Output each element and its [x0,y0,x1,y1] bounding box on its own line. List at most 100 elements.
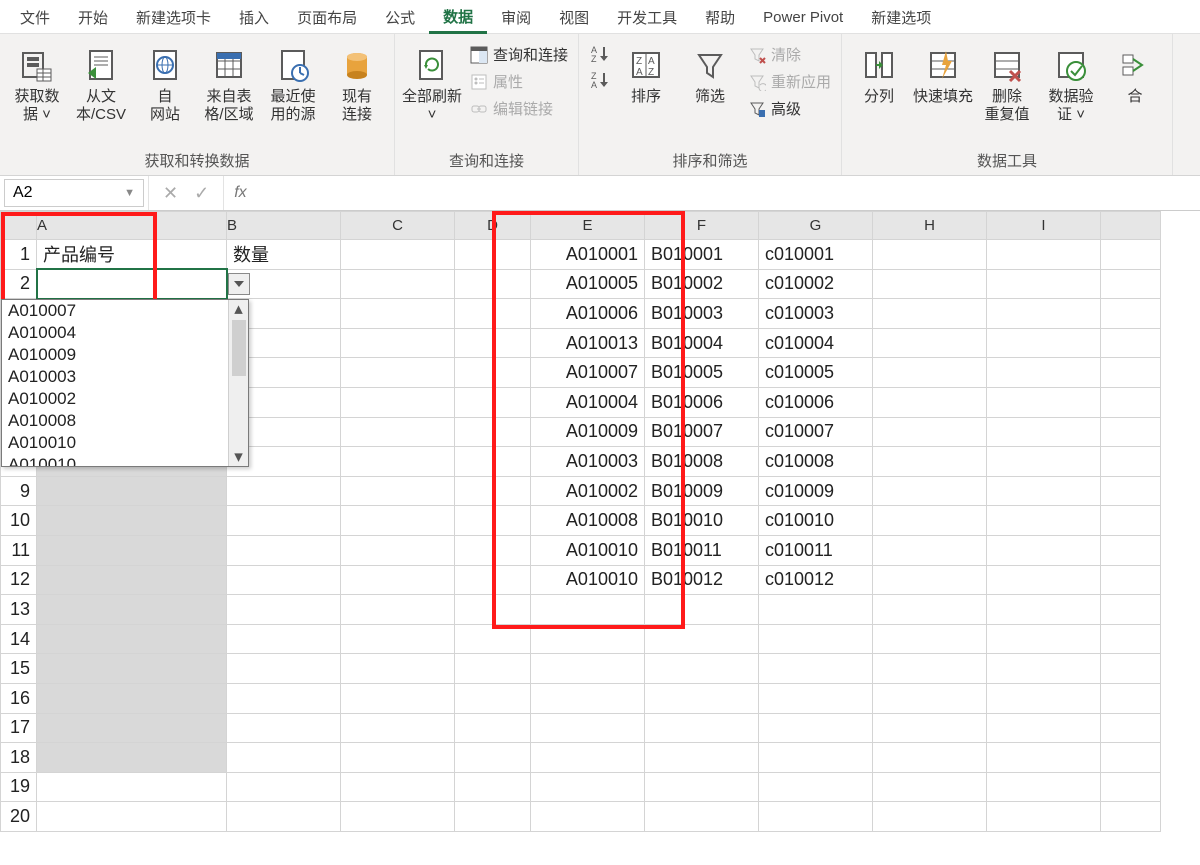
cell-D3[interactable] [455,299,531,329]
cell-I7[interactable] [987,417,1101,447]
cell-C6[interactable] [341,387,455,417]
tab-公式[interactable]: 公式 [371,1,429,32]
cell-H12[interactable] [873,565,987,595]
cell-X2[interactable] [1101,269,1161,299]
cell-D18[interactable] [455,743,531,773]
cell-E5[interactable]: A010007 [531,358,645,388]
col-header-D[interactable]: D [455,212,531,240]
scroll-thumb[interactable] [232,320,246,376]
cell-A19[interactable] [37,772,227,802]
col-header-G[interactable]: G [759,212,873,240]
cell-X4[interactable] [1101,328,1161,358]
cell-A16[interactable] [37,683,227,713]
cell-X18[interactable] [1101,743,1161,773]
worksheet-grid[interactable]: ABCDEFGHI1产品编号数量A010001B010001c0100012A0… [0,211,1200,832]
cell-H13[interactable] [873,595,987,625]
dropdown-item[interactable]: A010010 [2,432,228,454]
cell-C12[interactable] [341,565,455,595]
cell-H15[interactable] [873,654,987,684]
cell-H2[interactable] [873,269,987,299]
cell-F16[interactable] [645,683,759,713]
cell-E19[interactable] [531,772,645,802]
sort-button[interactable]: ZAAZ排序 [615,38,677,106]
cell-X10[interactable] [1101,506,1161,536]
row-header-12[interactable]: 12 [1,565,37,595]
cell-C9[interactable] [341,476,455,506]
dropdown-item[interactable]: A010008 [2,410,228,432]
cell-H19[interactable] [873,772,987,802]
cell-I17[interactable] [987,713,1101,743]
cell-B10[interactable] [227,506,341,536]
row-header-14[interactable]: 14 [1,624,37,654]
cell-E7[interactable]: A010009 [531,417,645,447]
cell-C18[interactable] [341,743,455,773]
tab-页面布局[interactable]: 页面布局 [283,1,371,32]
cell-I1[interactable] [987,240,1101,270]
cell-X5[interactable] [1101,358,1161,388]
cell-F14[interactable] [645,624,759,654]
tab-视图[interactable]: 视图 [545,1,603,32]
cell-D15[interactable] [455,654,531,684]
cell-F18[interactable] [645,743,759,773]
cell-B12[interactable] [227,565,341,595]
cell-F6[interactable]: B010006 [645,387,759,417]
cell-X14[interactable] [1101,624,1161,654]
cell-D14[interactable] [455,624,531,654]
dropdown-item[interactable]: A010007 [2,300,228,322]
cell-G18[interactable] [759,743,873,773]
filter-button[interactable]: 筛选 [679,38,741,106]
cell-I6[interactable] [987,387,1101,417]
cell-I12[interactable] [987,565,1101,595]
cell-D10[interactable] [455,506,531,536]
cell-G19[interactable] [759,772,873,802]
cell-A20[interactable] [37,802,227,832]
cell-H14[interactable] [873,624,987,654]
row-header-13[interactable]: 13 [1,595,37,625]
reapply-button[interactable]: 重新应用 [743,69,835,94]
cell-D9[interactable] [455,476,531,506]
row-header-11[interactable]: 11 [1,535,37,565]
cell-E1[interactable]: A010001 [531,240,645,270]
cell-B18[interactable] [227,743,341,773]
cell-B17[interactable] [227,713,341,743]
cell-D6[interactable] [455,387,531,417]
cell-A18[interactable] [37,743,227,773]
refresh-all-button[interactable]: 全部刷新˅ [401,38,463,124]
cell-D20[interactable] [455,802,531,832]
advanced-button[interactable]: 高级 [743,96,835,121]
cell-G12[interactable]: c010012 [759,565,873,595]
cell-X17[interactable] [1101,713,1161,743]
cell-E14[interactable] [531,624,645,654]
cell-D17[interactable] [455,713,531,743]
data-validation-dropdown-button[interactable] [228,273,250,295]
cell-E18[interactable] [531,743,645,773]
tab-数据[interactable]: 数据 [429,0,487,34]
cell-D2[interactable] [455,269,531,299]
col-header-I[interactable]: I [987,212,1101,240]
cell-D1[interactable] [455,240,531,270]
tab-帮助[interactable]: 帮助 [691,1,749,32]
cell-C17[interactable] [341,713,455,743]
row-header-18[interactable]: 18 [1,743,37,773]
cell-A1[interactable]: 产品编号 [37,240,227,270]
cell-D13[interactable] [455,595,531,625]
cell-G11[interactable]: c010011 [759,535,873,565]
cell-A11[interactable] [37,535,227,565]
cell-G20[interactable] [759,802,873,832]
cell-X6[interactable] [1101,387,1161,417]
cell-I20[interactable] [987,802,1101,832]
cell-C14[interactable] [341,624,455,654]
recent-button[interactable]: 最近使用的源 [262,38,324,124]
cell-C1[interactable] [341,240,455,270]
cell-A2[interactable] [37,269,227,299]
cell-G7[interactable]: c010007 [759,417,873,447]
row-header-9[interactable]: 9 [1,476,37,506]
cell-I10[interactable] [987,506,1101,536]
select-all-corner[interactable] [1,212,37,240]
get-data-button[interactable]: 获取数据 ˅ [6,38,68,124]
queries-button[interactable]: 查询和连接 [465,42,572,67]
cell-G2[interactable]: c010002 [759,269,873,299]
cell-H5[interactable] [873,358,987,388]
cell-I19[interactable] [987,772,1101,802]
dropdown-item[interactable]: A010003 [2,366,228,388]
